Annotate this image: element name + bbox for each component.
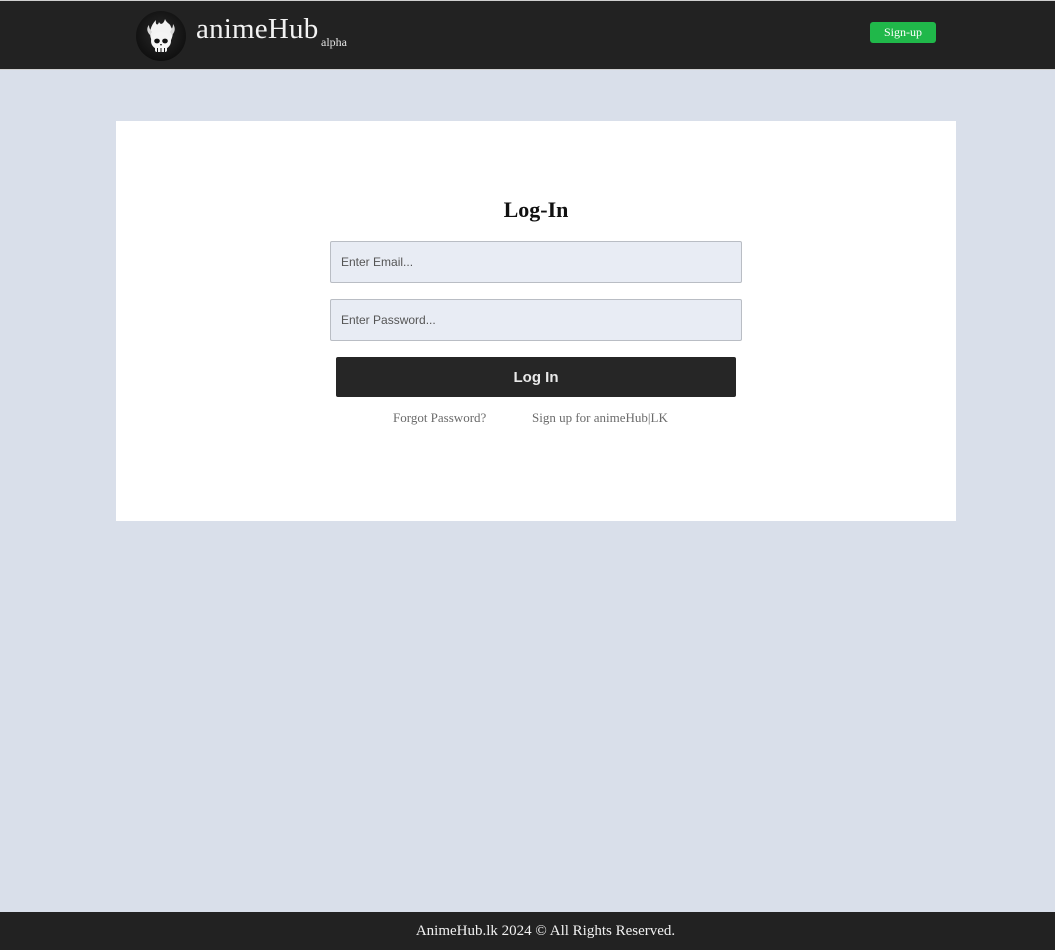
forgot-password-link[interactable]: Forgot Password?	[393, 410, 486, 426]
top-navbar: animeHub alpha Sign-up	[0, 0, 1055, 70]
signup-link[interactable]: Sign up for animeHub|LK	[532, 410, 668, 426]
login-card: Log-In Log In Forgot Password? Sign up f…	[116, 121, 956, 521]
brand-name[interactable]: animeHub	[196, 12, 318, 46]
email-field[interactable]	[330, 241, 742, 283]
login-button[interactable]: Log In	[336, 357, 736, 397]
footer: AnimeHub.lk 2024 © All Rights Reserved.	[0, 912, 1055, 950]
signup-button[interactable]: Sign-up	[870, 22, 936, 43]
login-title: Log-In	[503, 197, 569, 222]
password-field[interactable]	[330, 299, 742, 341]
brand-tag: alpha	[321, 35, 347, 49]
footer-copyright: AnimeHub.lk 2024 © All Rights Reserved.	[415, 923, 676, 939]
flaming-skull-icon[interactable]	[136, 11, 186, 61]
